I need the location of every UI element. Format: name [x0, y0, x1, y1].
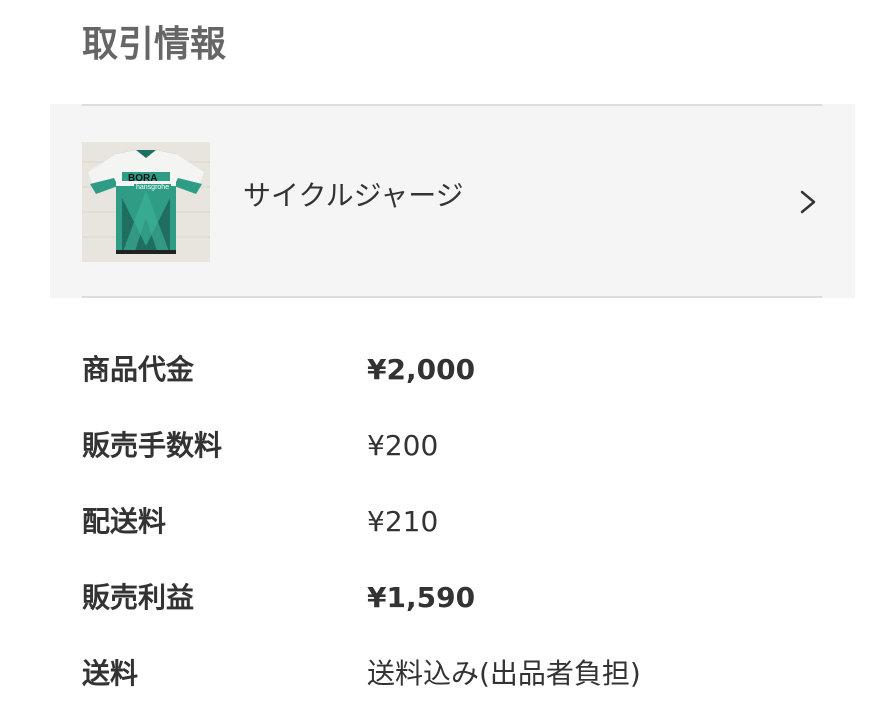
chevron-right-icon[interactable] [792, 184, 822, 220]
fee-label: 商品代金 [82, 353, 195, 386]
fee-row-shipping: 送料 送料込み(出品者負担) [82, 652, 822, 696]
jersey-brand-text: BORA [128, 173, 158, 184]
fee-row-commission: 販売手数料 ¥200 [82, 424, 822, 468]
item-name: サイクルジャージ [243, 179, 464, 212]
item-thumbnail: BORA hansgrohe [82, 142, 210, 262]
item-card[interactable]: BORA hansgrohe サイクルジャージ [50, 104, 855, 298]
fee-value: ¥2,000 [367, 353, 476, 386]
fee-value: ¥210 [367, 505, 439, 538]
divider-top [82, 104, 822, 106]
jersey-image-icon [82, 142, 210, 262]
divider-bottom [82, 296, 822, 298]
fee-row-shipping-cost: 配送料 ¥210 [82, 500, 822, 544]
fee-value: ¥1,590 [367, 581, 476, 614]
fee-value: 送料込み(出品者負担) [367, 657, 641, 690]
section-title: 取引情報 [82, 24, 227, 65]
fee-row-profit: 販売利益 ¥1,590 [82, 576, 822, 620]
fee-label: 配送料 [82, 505, 167, 538]
jersey-sub-text: hansgrohe [134, 184, 172, 191]
fee-label: 販売利益 [82, 581, 195, 614]
fee-label: 送料 [82, 657, 139, 690]
fee-label: 販売手数料 [82, 429, 223, 462]
fee-value: ¥200 [367, 429, 439, 462]
fee-row-price: 商品代金 ¥2,000 [82, 348, 822, 392]
